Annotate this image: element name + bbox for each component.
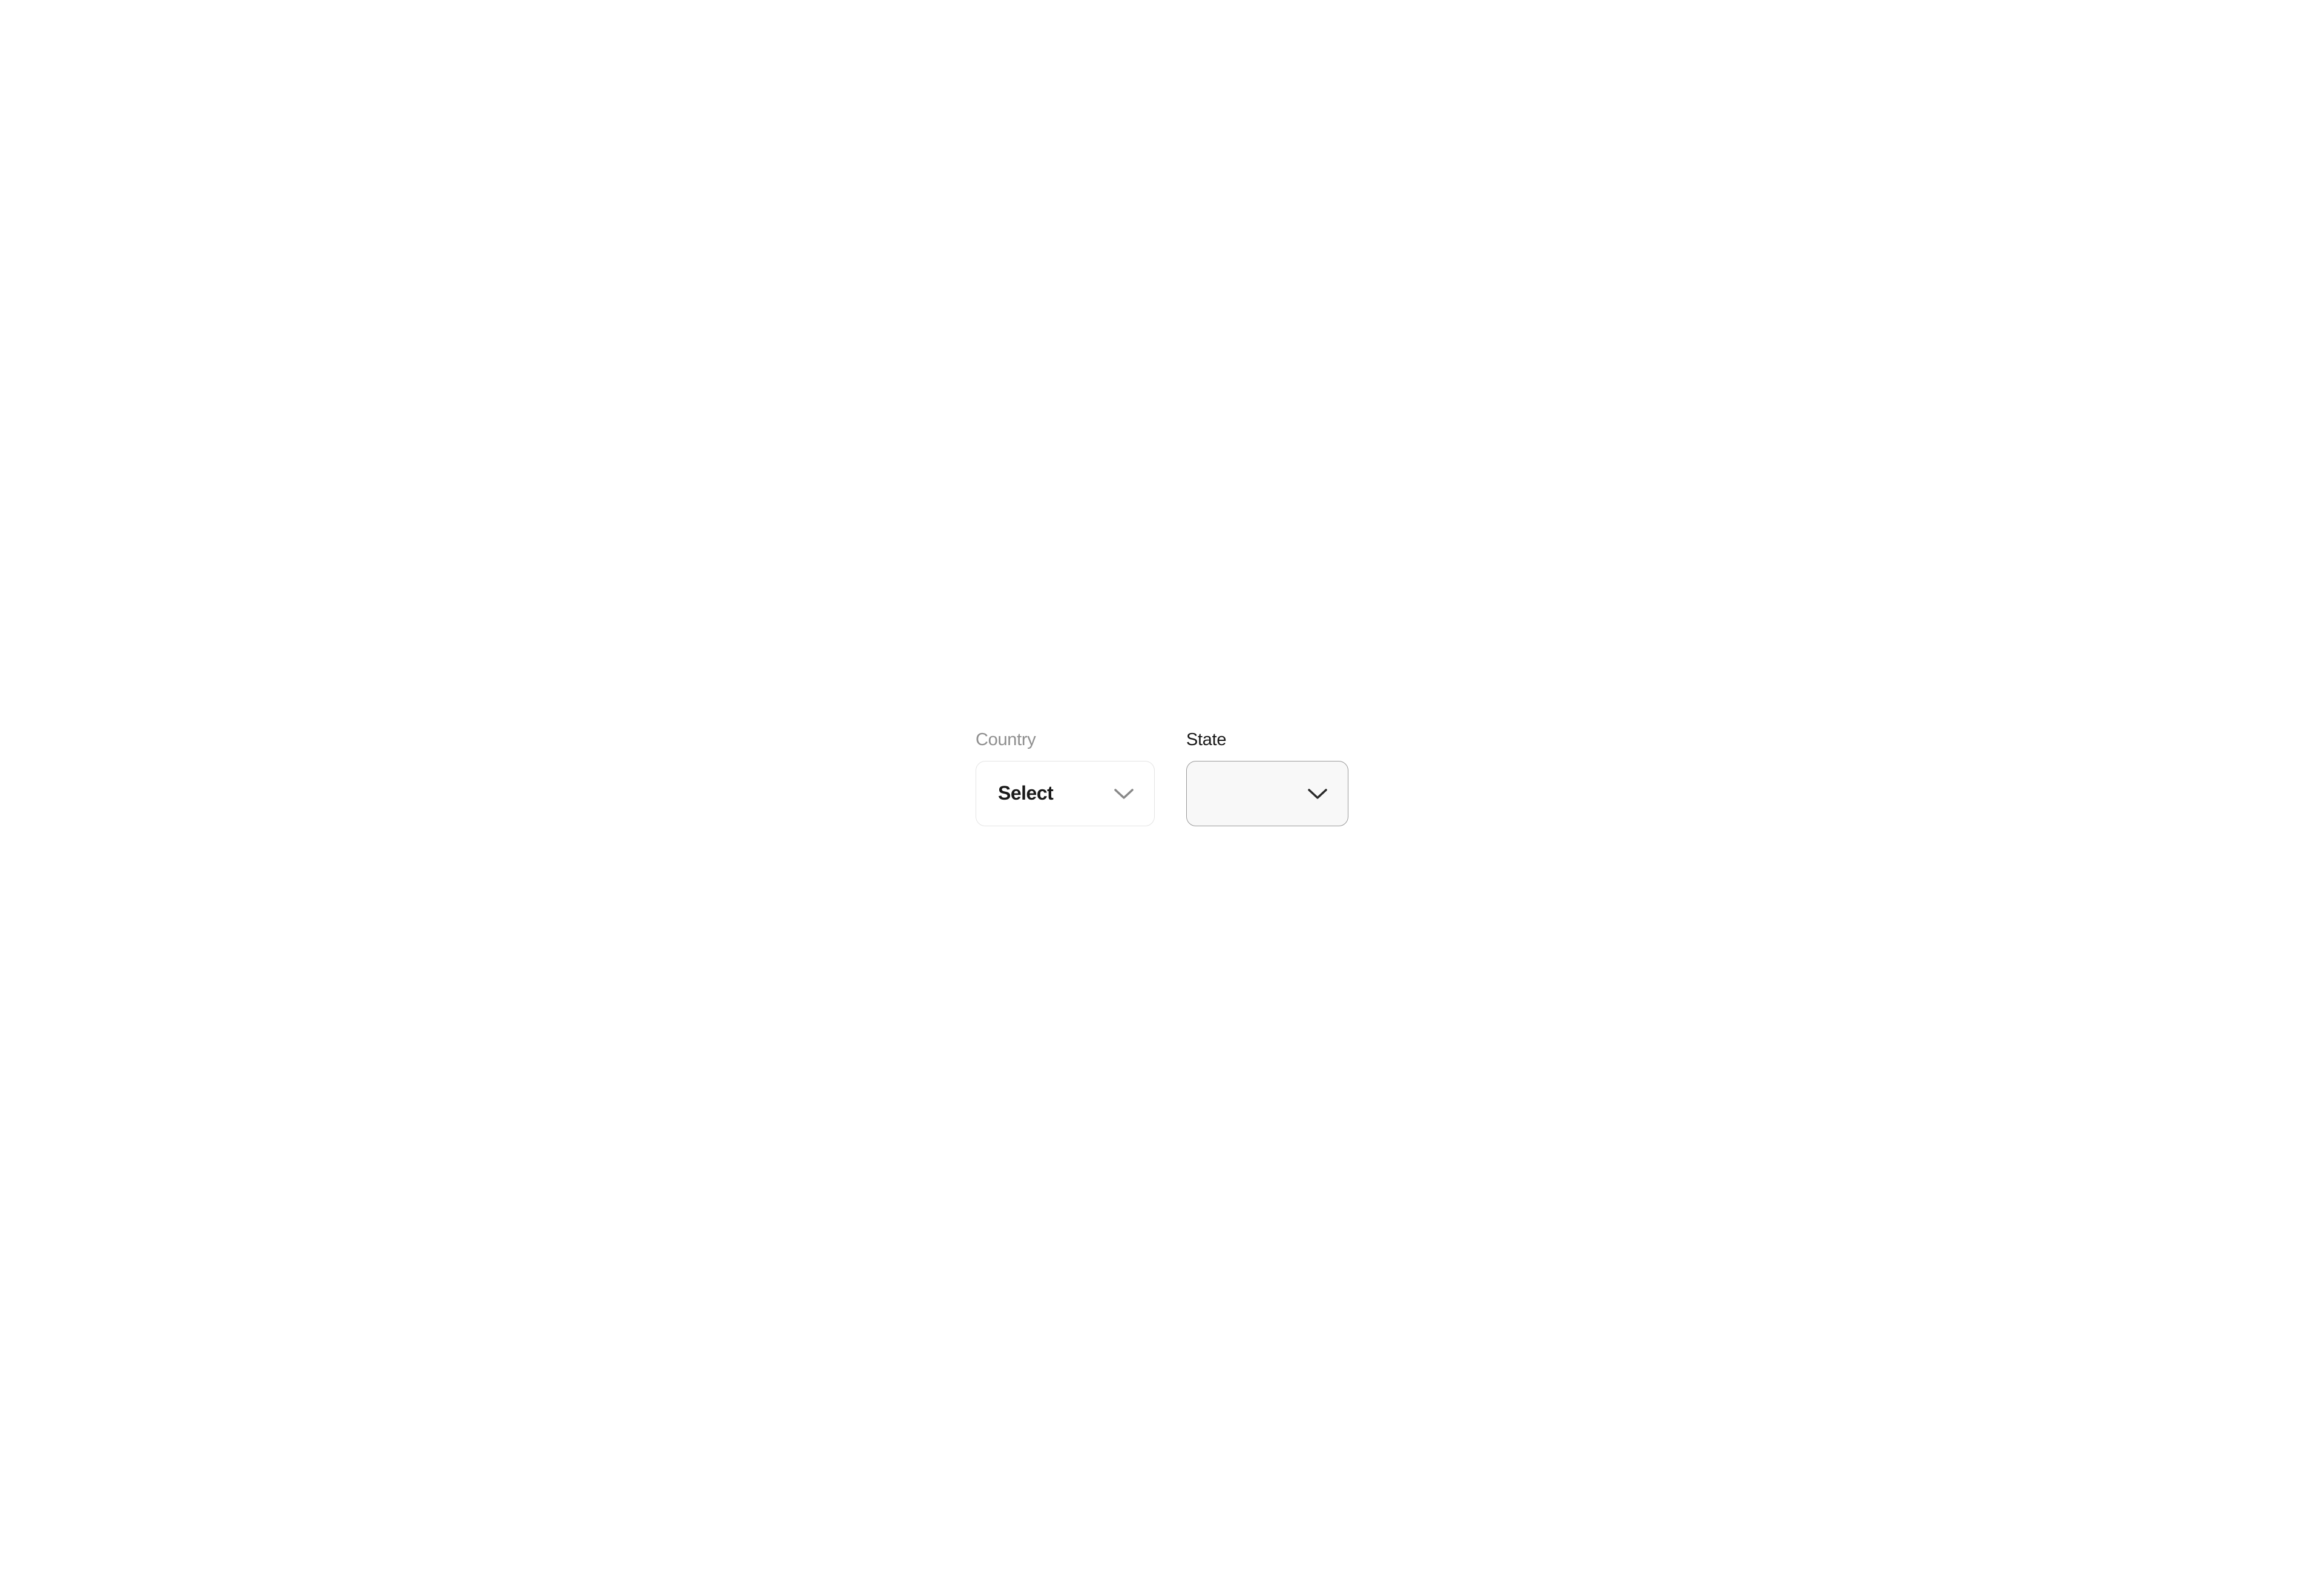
state-field-group: State (1186, 730, 1348, 826)
state-dropdown[interactable] (1186, 761, 1348, 826)
country-label: Country (976, 730, 1155, 750)
location-form: Country Select State (976, 730, 1348, 826)
state-label: State (1186, 730, 1348, 750)
chevron-down-icon (1307, 787, 1328, 800)
country-dropdown[interactable]: Select (976, 761, 1155, 826)
country-field-group: Country Select (976, 730, 1155, 826)
country-dropdown-value: Select (998, 782, 1053, 804)
chevron-down-icon (1113, 787, 1135, 800)
